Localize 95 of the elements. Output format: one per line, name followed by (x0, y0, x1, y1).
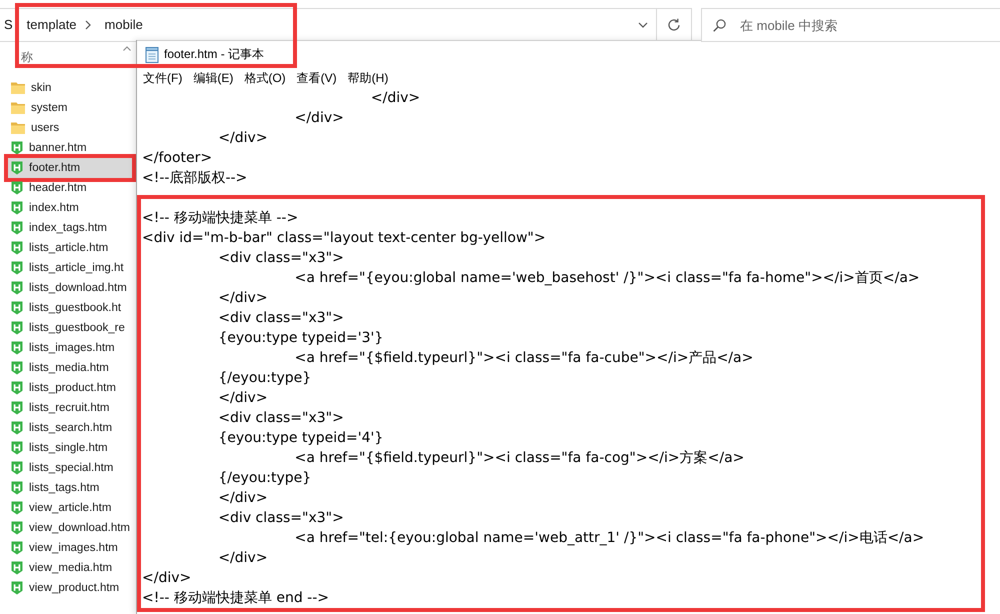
menu-item[interactable]: 文件(F) (137, 69, 188, 87)
column-header[interactable]: 称 (21, 50, 33, 64)
html-file-icon (11, 521, 23, 535)
file-item[interactable]: skin (8, 78, 132, 98)
code-line: {/eyou:type} (218, 370, 312, 386)
file-item[interactable]: view_images.htm (8, 538, 132, 558)
html-file-icon (11, 241, 23, 255)
code-line: </div> (218, 490, 268, 506)
html-file-icon (11, 341, 23, 355)
file-item[interactable]: users (8, 118, 132, 138)
file-item[interactable]: lists_single.htm (8, 438, 132, 458)
file-item[interactable]: view_media.htm (8, 558, 132, 578)
file-item[interactable]: lists_media.htm (8, 358, 132, 378)
html-file-icon (11, 421, 23, 435)
file-item[interactable]: index.htm (8, 198, 132, 218)
file-item[interactable]: header.htm (8, 178, 132, 198)
html-file-icon (11, 301, 23, 315)
refresh-icon (667, 18, 681, 32)
breadcrumb-item[interactable]: template (22, 16, 95, 34)
file-item[interactable]: lists_tags.htm (8, 478, 132, 498)
html-file-icon (11, 221, 23, 235)
html-file-icon (11, 181, 23, 195)
chevron-right-icon (84, 20, 91, 30)
html-file-icon (11, 261, 23, 275)
html-file-icon (11, 581, 23, 595)
folder-icon (11, 122, 25, 134)
code-line: <div class="x3"> (218, 250, 344, 266)
file-item[interactable]: lists_article.htm (8, 238, 132, 258)
file-item[interactable]: system (8, 98, 132, 118)
code-line: <!-- 移动端快捷菜单 end --> (142, 590, 330, 606)
html-file-icon (11, 321, 23, 335)
html-file-icon (11, 541, 23, 555)
code-line: <a href="{$field.typeurl}"><i class="fa fa-cube"></i>产品</a> (294, 350, 754, 366)
chevron-down-icon[interactable] (638, 22, 648, 28)
folder-icon (11, 102, 25, 114)
code-line: {/eyou:type} (218, 470, 312, 486)
html-file-icon (11, 201, 23, 215)
file-item[interactable]: lists_images.htm (8, 338, 132, 358)
code-line: <!--底部版权--> (142, 170, 248, 186)
html-file-icon (11, 501, 23, 515)
html-file-icon (11, 141, 23, 155)
breadcrumb-item[interactable]: mobile (100, 16, 147, 34)
file-item[interactable]: lists_article_img.ht (8, 258, 132, 278)
code-line: </footer> (142, 150, 212, 166)
html-file-icon (11, 281, 23, 295)
menu-item[interactable]: 编辑(E) (187, 69, 238, 87)
file-item[interactable]: view_product.htm (8, 578, 132, 598)
code-line: </div> (294, 110, 344, 126)
code-line: <a href="{$field.typeurl}"><i class="fa fa-cog"></i>方案</a> (294, 450, 744, 466)
html-file-icon (11, 461, 23, 475)
file-item[interactable]: index_tags.htm (8, 218, 132, 238)
file-item[interactable]: footer.htm (8, 158, 132, 178)
code-line: <div class="x3"> (218, 410, 344, 426)
file-item[interactable]: view_article.htm (8, 498, 132, 518)
code-line: <div class="x3"> (218, 310, 344, 326)
code-line: <div class="x3"> (218, 510, 344, 526)
code-line: </div> (142, 570, 192, 586)
html-file-icon (11, 161, 23, 175)
code-line: <a href="{eyou:global name='web_basehost' /}"><i class="fa fa-home"></i>首页</a> (294, 270, 920, 286)
file-item[interactable]: lists_download.htm (8, 278, 132, 298)
refresh-button[interactable] (657, 8, 692, 42)
menu-item[interactable]: 格式(O) (238, 69, 291, 87)
code-line: {eyou:type typeid='3'} (218, 330, 384, 346)
html-file-icon (11, 561, 23, 575)
html-file-icon (11, 441, 23, 455)
code-line: <div id="m-b-bar" class="layout text-center bg-yellow"> (142, 230, 546, 246)
file-item[interactable]: lists_recruit.htm (8, 398, 132, 418)
file-item[interactable]: view_download.htm (8, 518, 132, 538)
code-line: </div> (218, 130, 268, 146)
code-line: </div> (218, 290, 268, 306)
code-line: <!-- 移动端快捷菜单 --> (142, 210, 298, 226)
search-icon (713, 19, 726, 32)
code-line: <a href="tel:{eyou:global name='web_attr_1' /}"><i class="fa fa-phone"></i>电话</a> (294, 530, 924, 546)
window-title: footer.htm - 记事本 (164, 46, 264, 63)
code-line: </div> (218, 390, 268, 406)
html-file-icon (11, 481, 23, 495)
file-item[interactable]: lists_guestbook.ht (8, 298, 132, 318)
code-line: {eyou:type typeid='4'} (218, 430, 384, 446)
file-item[interactable]: lists_special.htm (8, 458, 132, 478)
menu-item[interactable]: 查看(V) (290, 69, 342, 87)
code-line: </div> (218, 550, 268, 566)
file-item[interactable]: lists_guestbook_re (8, 318, 132, 338)
html-file-icon (11, 381, 23, 395)
code-line: </div> (370, 90, 420, 106)
sort-caret-icon (123, 46, 131, 51)
search-field[interactable]: 在 mobile 中搜索 (701, 8, 1000, 42)
html-file-icon (11, 401, 23, 415)
menu-item[interactable]: 帮助(H) (342, 69, 394, 87)
breadcrumb-item[interactable]: S (0, 16, 17, 34)
file-item[interactable]: lists_search.htm (8, 418, 132, 438)
file-item[interactable]: banner.htm (8, 138, 132, 158)
folder-icon (11, 82, 25, 94)
html-file-icon (11, 361, 23, 375)
notepad-icon (145, 46, 159, 62)
file-item[interactable]: lists_product.htm (8, 378, 132, 398)
